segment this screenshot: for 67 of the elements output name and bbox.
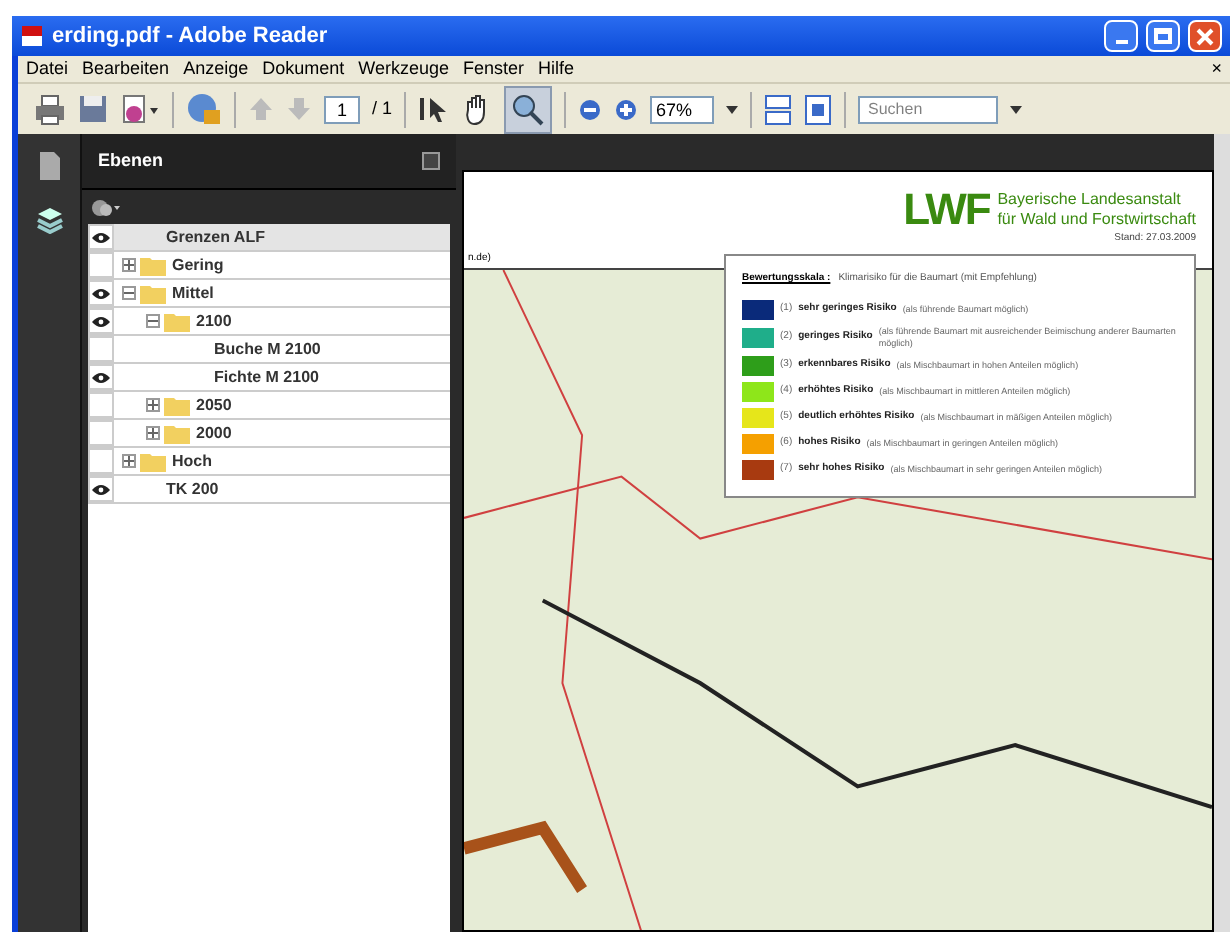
- close-document-button[interactable]: ×: [1211, 55, 1222, 83]
- printer-icon[interactable]: [34, 93, 66, 125]
- page-count-text: / 1: [372, 95, 393, 122]
- layer-label[interactable]: Gering: [172, 253, 224, 277]
- eye-icon: [92, 231, 110, 243]
- zoom-tool-button[interactable]: [504, 85, 553, 133]
- close-button[interactable]: [1188, 20, 1222, 52]
- eye-icon: [92, 287, 110, 299]
- zoom-out-icon[interactable]: [578, 97, 603, 121]
- layer-label[interactable]: Hoch: [172, 449, 212, 473]
- expand-toggle[interactable]: [122, 258, 136, 272]
- expand-toggle[interactable]: [122, 286, 136, 300]
- expand-toggle[interactable]: [146, 314, 160, 328]
- pdf-icon: [20, 24, 44, 48]
- visibility-toggle[interactable]: [88, 476, 114, 502]
- visibility-toggle[interactable]: [88, 448, 114, 474]
- eye-icon: [92, 315, 110, 327]
- cursor-icon[interactable]: [418, 94, 451, 124]
- dropdown-icon[interactable]: [1010, 105, 1023, 113]
- vertical-scrollbar[interactable]: [1214, 134, 1230, 932]
- window-title: erding.pdf - Adobe Reader: [52, 21, 330, 52]
- menu-item[interactable]: Werkzeuge: [358, 55, 449, 83]
- visibility-toggle[interactable]: [88, 308, 114, 334]
- expand-toggle[interactable]: [122, 454, 136, 468]
- visibility-toggle[interactable]: [88, 252, 114, 278]
- page-number-field[interactable]: 1: [324, 95, 360, 123]
- pages-icon[interactable]: [37, 150, 61, 182]
- expand-toggle[interactable]: [146, 398, 160, 412]
- close-icon: [1196, 27, 1214, 45]
- layer-options-icon[interactable]: [90, 197, 122, 217]
- search-field[interactable]: Suchen: [858, 95, 999, 123]
- logo: LWF: [903, 188, 990, 232]
- menu-item[interactable]: Dokument: [262, 55, 345, 83]
- dropdown-icon[interactable]: [726, 105, 739, 113]
- menu-item[interactable]: Bearbeiten: [82, 55, 170, 83]
- visibility-toggle[interactable]: [88, 336, 114, 362]
- eye-icon: [92, 371, 110, 383]
- layer-label[interactable]: Mittel: [172, 281, 214, 305]
- layers-icon[interactable]: [35, 206, 63, 234]
- menu-item[interactable]: Fenster: [462, 55, 524, 83]
- layer-label[interactable]: 2050: [196, 393, 232, 417]
- layer-label[interactable]: Buche M 2100: [214, 337, 321, 361]
- fit-page-icon[interactable]: [804, 93, 833, 125]
- zoom-field[interactable]: 67%: [650, 95, 715, 123]
- layer-label[interactable]: Fichte M 2100: [214, 365, 319, 389]
- visibility-toggle[interactable]: [88, 364, 114, 390]
- visibility-toggle[interactable]: [88, 392, 114, 418]
- eye-icon: [92, 483, 110, 495]
- menu-item[interactable]: Datei: [26, 55, 69, 83]
- maximize-button[interactable]: [1146, 20, 1180, 52]
- page-scroll-icon[interactable]: [764, 93, 793, 125]
- layer-label[interactable]: 2000: [196, 421, 232, 445]
- visibility-toggle[interactable]: [88, 224, 114, 250]
- layer-label[interactable]: 2100: [196, 309, 232, 333]
- save-icon[interactable]: [78, 94, 108, 124]
- expand-toggle[interactable]: [146, 426, 160, 440]
- menu-item[interactable]: Hilfe: [538, 55, 575, 83]
- institution-name: für Wald und Forstwirtschaft: [997, 210, 1196, 230]
- minimize-button[interactable]: [1104, 20, 1138, 52]
- visibility-toggle[interactable]: [88, 420, 114, 446]
- zoom-in-icon[interactable]: [614, 97, 639, 121]
- visibility-toggle[interactable]: [88, 280, 114, 306]
- layer-label[interactable]: TK 200: [166, 477, 219, 501]
- panel-title: Ebenen: [98, 147, 164, 174]
- panel-options-button[interactable]: [422, 152, 440, 170]
- institution-name: Bayerische Landesanstalt: [997, 190, 1183, 210]
- menu-item[interactable]: Anzeige: [183, 55, 249, 83]
